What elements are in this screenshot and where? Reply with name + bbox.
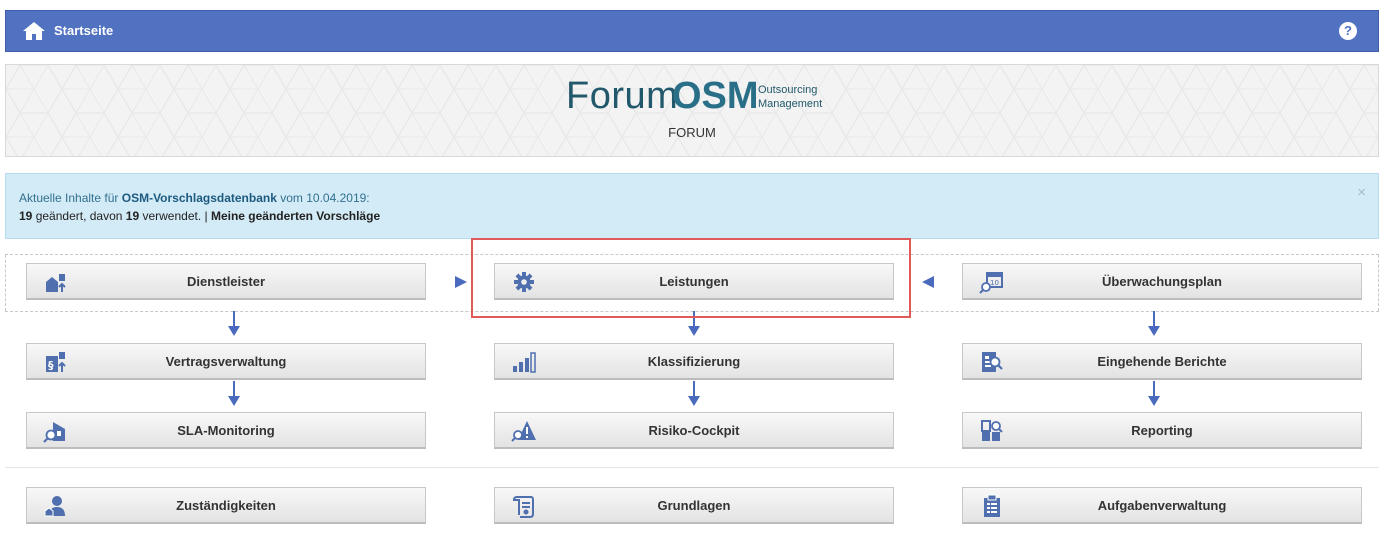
risiko-cockpit-label: Risiko-Cockpit (648, 423, 740, 438)
my-changes-link[interactable]: Meine geänderten Vorschläge (211, 209, 380, 223)
eingehende-berichte-label: Eingehende Berichte (1097, 354, 1227, 369)
arrow-down-icon (1148, 381, 1160, 406)
grundlagen-label: Grundlagen (657, 498, 731, 513)
klassifizierung-label: Klassifizierung (647, 354, 741, 369)
forum-banner: Forum OSM Outsourcing Management FORUM (5, 64, 1379, 157)
forum-osm-logo: Forum OSM Outsourcing Management (566, 75, 846, 125)
logo-subtitle-line1: Outsourcing (758, 84, 818, 96)
zustaendigkeiten-label: Zuständigkeiten (176, 498, 276, 513)
zustaendigkeiten-button[interactable]: Zuständigkeiten (26, 487, 426, 524)
reporting-button[interactable]: Reporting (962, 412, 1362, 449)
highlight-box (471, 238, 911, 318)
logo-forum-text: Forum (566, 75, 679, 117)
arrow-right-icon (455, 276, 467, 288)
forum-label: FORUM (668, 125, 716, 140)
home-icon[interactable] (22, 21, 46, 41)
logo-osm-text: OSM (672, 75, 759, 117)
close-icon[interactable]: × (1357, 184, 1366, 201)
risiko-cockpit-button[interactable]: Risiko-Cockpit (494, 412, 894, 449)
header-bar: Startseite ? (5, 10, 1379, 52)
alert-prefix: Aktuelle Inhalte für (19, 191, 122, 205)
arrow-left-icon (922, 276, 934, 288)
arrow-down-icon (228, 381, 240, 406)
info-alert: Aktuelle Inhalte für OSM-Vorschlagsdaten… (5, 173, 1379, 239)
ueberwachungsplan-label: Überwachungsplan (1102, 274, 1222, 289)
dienstleister-button[interactable]: Dienstleister (26, 263, 426, 300)
vertragsverwaltung-label: Vertragsverwaltung (165, 354, 287, 369)
arrow-down-icon (228, 311, 240, 336)
sla-monitoring-button[interactable]: SLA-Monitoring (26, 412, 426, 449)
ueberwachungsplan-button[interactable]: 10 Überwachungsplan (962, 263, 1362, 300)
changed-text: geändert, davon (32, 209, 126, 223)
page-title[interactable]: Startseite (54, 23, 113, 38)
alert-line-2: 19 geändert, davon 19 verwendet. | Meine… (19, 209, 380, 223)
grundlagen-button[interactable]: Grundlagen (494, 487, 894, 524)
eingehende-berichte-button[interactable]: Eingehende Berichte (962, 343, 1362, 380)
used-text: verwendet. | (139, 209, 211, 223)
alert-line-1: Aktuelle Inhalte für OSM-Vorschlagsdaten… (19, 191, 370, 205)
changed-count: 19 (19, 209, 33, 223)
help-icon[interactable]: ? (1339, 22, 1357, 40)
logo-subtitle-line2: Management (758, 98, 823, 110)
arrow-down-icon (688, 381, 700, 406)
used-count: 19 (125, 209, 140, 223)
aufgabenverwaltung-label: Aufgabenverwaltung (1097, 498, 1227, 513)
aufgabenverwaltung-button[interactable]: Aufgabenverwaltung (962, 487, 1362, 524)
dienstleister-label: Dienstleister (186, 274, 266, 289)
reporting-label: Reporting (1131, 423, 1193, 438)
section-divider (5, 467, 1379, 468)
database-link[interactable]: OSM-Vorschlagsdatenbank (122, 191, 277, 205)
klassifizierung-button[interactable]: Klassifizierung (494, 343, 894, 380)
alert-date: vom 10.04.2019: (276, 191, 370, 205)
arrow-down-icon (1148, 311, 1160, 336)
vertragsverwaltung-button[interactable]: § Vertragsverwaltung (26, 343, 426, 380)
sla-monitoring-label: SLA-Monitoring (177, 423, 275, 438)
